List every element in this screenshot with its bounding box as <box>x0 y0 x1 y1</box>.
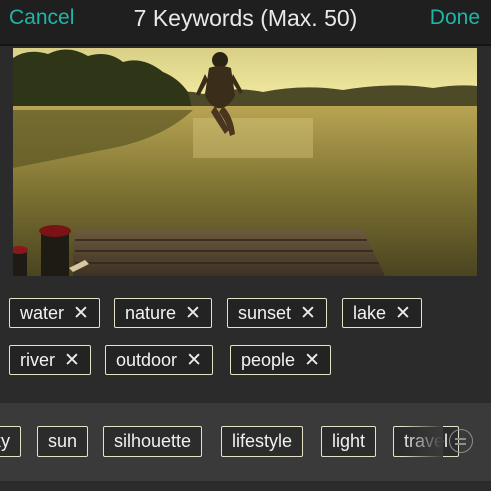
remove-icon[interactable]: ✕ <box>73 302 89 325</box>
navigation-bar: Cancel 7 Keywords (Max. 50) Done <box>0 0 491 44</box>
page-title: 7 Keywords (Max. 50) <box>133 5 358 31</box>
remove-icon[interactable]: ✕ <box>300 302 316 325</box>
suggestion-chip-silhouette[interactable]: silhouette <box>103 426 203 457</box>
menu-circle-icon[interactable] <box>449 429 473 453</box>
keyword-chip-river[interactable]: river ✕ <box>9 345 91 375</box>
keyword-label: sunset <box>238 302 292 323</box>
keyword-chip-lake[interactable]: lake ✕ <box>342 298 422 328</box>
remove-icon[interactable]: ✕ <box>64 349 80 372</box>
suggested-keywords-bar[interactable]: sky sun silhouette lifestyle light trave… <box>0 403 491 481</box>
remove-icon[interactable]: ✕ <box>304 349 320 372</box>
keyword-chip-water[interactable]: water ✕ <box>9 298 100 328</box>
photo-preview <box>13 48 477 276</box>
bottom-strip <box>0 481 491 491</box>
suggestion-chip-lifestyle[interactable]: lifestyle <box>221 426 304 457</box>
suggestion-chip-light[interactable]: light <box>321 426 377 457</box>
keyword-chip-people[interactable]: people ✕ <box>230 345 331 375</box>
keyword-chip-nature[interactable]: nature ✕ <box>114 298 212 328</box>
divider <box>0 44 491 46</box>
suggestion-chip-sky[interactable]: sky <box>0 426 21 457</box>
keyword-label: people <box>241 349 296 370</box>
keyword-label: river <box>20 349 55 370</box>
keyword-label: nature <box>125 302 177 323</box>
keyword-chip-outdoor[interactable]: outdoor ✕ <box>105 345 213 375</box>
done-button[interactable]: Done <box>430 6 480 30</box>
photo-image <box>13 48 477 276</box>
remove-icon[interactable]: ✕ <box>395 302 411 325</box>
suggestion-chip-sun[interactable]: sun <box>37 426 89 457</box>
keyword-label: outdoor <box>116 349 178 370</box>
remove-icon[interactable]: ✕ <box>186 349 202 372</box>
scroll-fade <box>403 403 443 481</box>
keyword-label: lake <box>353 302 387 323</box>
keyword-label: water <box>20 302 65 323</box>
remove-icon[interactable]: ✕ <box>185 302 201 325</box>
keyword-chip-sunset[interactable]: sunset ✕ <box>227 298 327 328</box>
